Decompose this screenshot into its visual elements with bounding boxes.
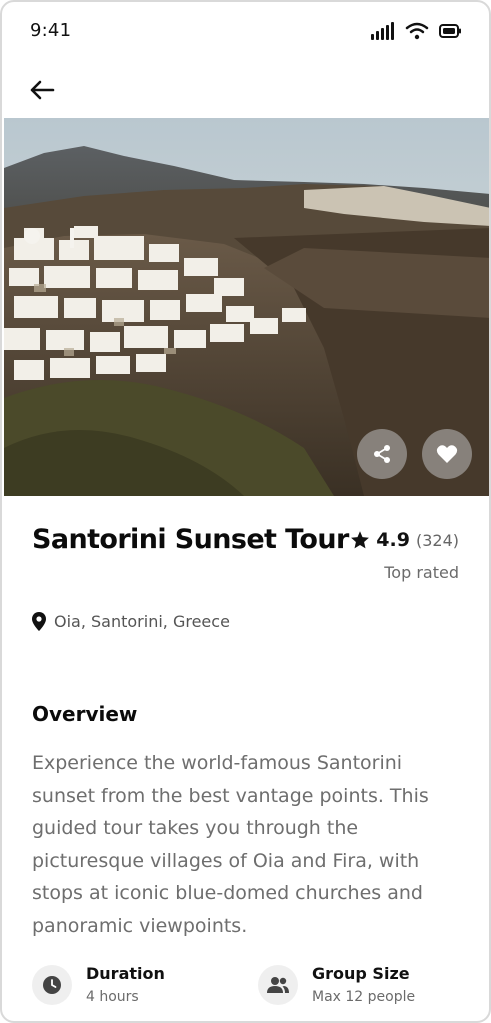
rating-badge: Top rated [384, 563, 459, 582]
duration-info: Duration 4 hours [32, 964, 165, 1005]
heart-icon [436, 445, 458, 463]
rating-value: 4.9 [376, 529, 410, 551]
group-size-label: Group Size [312, 964, 410, 983]
share-icon [374, 445, 390, 463]
overview-title: Overview [32, 702, 138, 726]
location: Oia, Santorini, Greece [32, 612, 230, 631]
back-button[interactable] [26, 74, 58, 106]
group-size-info: Group Size Max 12 people [258, 964, 415, 1005]
status-time: 9:41 [30, 20, 72, 41]
santorini-photo [4, 118, 489, 496]
arrow-left-icon [30, 80, 55, 100]
signal-icon [371, 22, 394, 40]
tour-title: Santorini Sunset Tour [32, 524, 349, 555]
overview-description: Experience the world-famous Santorini su… [32, 752, 429, 937]
group-icon [258, 964, 298, 1005]
clock-icon [32, 964, 72, 1005]
duration-value: 4 hours [86, 989, 139, 1005]
duration-label: Duration [86, 964, 165, 983]
location-text: Oia, Santorini, Greece [54, 612, 230, 631]
star-icon [351, 531, 370, 549]
review-count[interactable]: (324) [416, 531, 459, 550]
rating: 4.9 (324) [350, 529, 459, 551]
battery-icon [439, 24, 461, 38]
phone-frame: 9:41 Santorini Sunset Tour 4.9 (324) Top… [0, 0, 491, 1023]
group-size-value: Max 12 people [312, 989, 416, 1005]
hero-image [4, 118, 489, 496]
location-pin-icon [32, 612, 46, 631]
status-bar: 9:41 [2, 2, 489, 62]
favorite-button[interactable] [422, 429, 472, 479]
share-button[interactable] [357, 429, 407, 479]
status-icons [371, 22, 461, 40]
wifi-icon [405, 22, 429, 40]
